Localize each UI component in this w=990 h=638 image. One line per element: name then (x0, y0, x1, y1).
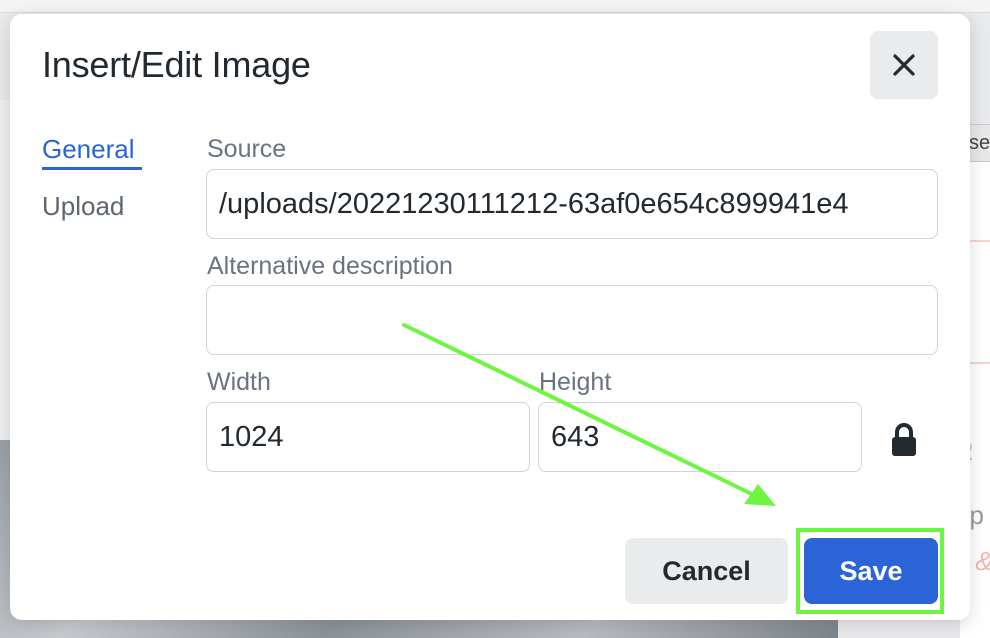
save-button[interactable]: Save (804, 538, 938, 604)
cancel-button[interactable]: Cancel (625, 538, 788, 604)
lock-icon[interactable] (890, 422, 918, 458)
source-label: Source (207, 135, 287, 163)
source-input[interactable] (206, 169, 938, 239)
background-header (0, 0, 990, 13)
close-icon (893, 54, 915, 76)
close-button[interactable] (870, 31, 938, 99)
height-label: Height (539, 368, 612, 396)
tab-general-underline (42, 167, 142, 170)
width-input[interactable] (206, 402, 530, 472)
alt-description-input[interactable] (206, 285, 938, 355)
tab-general[interactable]: General (42, 134, 135, 165)
insert-image-dialog: Insert/Edit Image General Upload Source … (10, 14, 970, 620)
height-input[interactable] (538, 402, 862, 472)
alt-description-label: Alternative description (207, 252, 453, 280)
tab-upload[interactable]: Upload (42, 191, 124, 222)
dialog-title: Insert/Edit Image (42, 44, 311, 85)
width-label: Width (207, 368, 271, 396)
